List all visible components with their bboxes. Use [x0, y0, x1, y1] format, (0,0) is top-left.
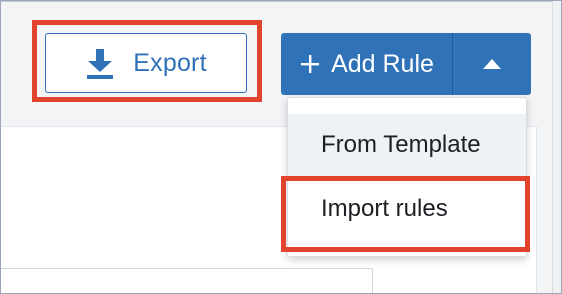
export-button[interactable]: Export: [45, 33, 247, 93]
add-rule-dropdown-menu: From Template Import rules: [287, 97, 527, 257]
content-input-box[interactable]: [0, 268, 373, 294]
menu-item-import-rules[interactable]: Import rules: [288, 178, 526, 240]
download-icon: [87, 49, 114, 79]
plus-icon: [301, 55, 320, 73]
add-rule-dropdown-toggle[interactable]: [453, 33, 531, 95]
menu-item-label: From Template: [321, 131, 481, 158]
menu-item-label: Import rules: [321, 195, 448, 222]
caret-up-icon: [483, 59, 501, 69]
add-rule-button-label: Add Rule: [331, 49, 434, 78]
add-rule-button[interactable]: Add Rule: [281, 33, 453, 95]
add-rule-split-button: Add Rule: [281, 33, 531, 95]
screenshot-stage: Export Add Rule From Template Import rul…: [0, 0, 562, 294]
export-button-label: Export: [133, 48, 207, 77]
right-edge-strip: [552, 0, 562, 294]
menu-item-from-template[interactable]: From Template: [288, 114, 526, 176]
page-top-edge: [0, 0, 562, 2]
